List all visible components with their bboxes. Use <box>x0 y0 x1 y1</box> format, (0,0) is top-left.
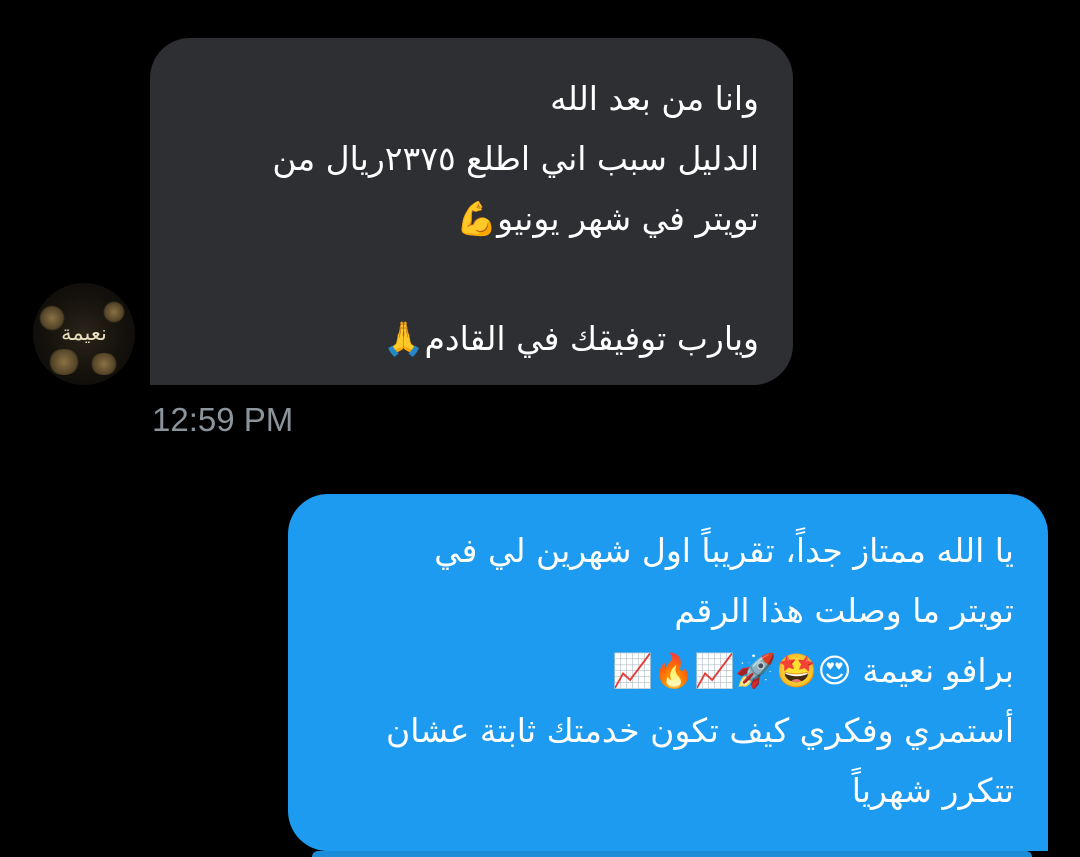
avatar-ornament <box>47 349 81 375</box>
message-line: الدليل سبب اني اطلع ٢٣٧٥ريال من <box>272 139 759 178</box>
next-message-bubble-edge <box>312 851 1032 857</box>
avatar-ornament <box>103 301 125 323</box>
message-line: برافو نعيمة 😍🤩🚀📈🔥📈 <box>611 651 1014 690</box>
message-line: تتكرر شهرياً <box>851 771 1014 810</box>
outgoing-message-bubble[interactable]: يا الله ممتاز جداً، تقريباً اول شهرين لي… <box>288 494 1048 851</box>
message-timestamp: 12:59 PM <box>152 401 294 438</box>
message-line: وانا من بعد الله <box>550 79 759 118</box>
message-line: تويتر ما وصلت هذا الرقم <box>674 591 1014 630</box>
avatar-ornament <box>89 353 119 375</box>
message-line: يا الله ممتاز جداً، تقريباً اول شهرين لي… <box>434 531 1014 570</box>
message-line: أستمري وفكري كيف تكون خدمتك ثابتة عشان <box>386 711 1014 750</box>
avatar-name-text: نعيمة <box>61 321 107 345</box>
message-line: ويارب توفيقك في القادم🙏 <box>383 319 759 358</box>
message-line: تويتر في شهر يونيو💪 <box>456 199 759 238</box>
sender-avatar[interactable]: نعيمة <box>33 283 135 385</box>
incoming-message-bubble[interactable]: وانا من بعد الله الدليل سبب اني اطلع ٢٣٧… <box>150 38 793 385</box>
